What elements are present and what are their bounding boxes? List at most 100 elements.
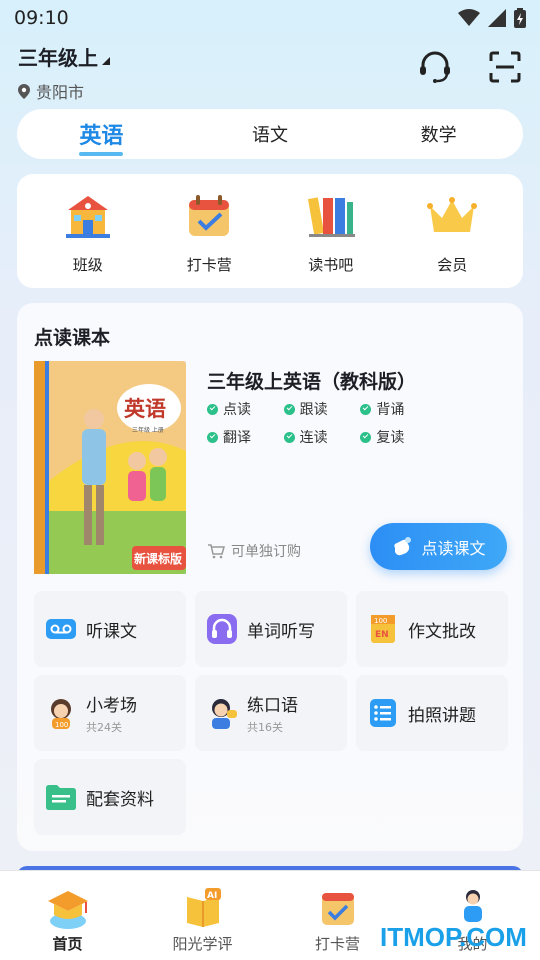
calendar-check-icon <box>321 893 354 925</box>
grad-cap-icon <box>47 891 88 929</box>
tool-materials[interactable]: 配套资料 <box>34 759 186 835</box>
hand-point-icon <box>394 536 412 555</box>
status-time: 09:10 <box>14 7 69 29</box>
signal-icon <box>488 9 506 27</box>
scan-icon[interactable] <box>488 50 522 84</box>
feature-label: 翻译 <box>223 430 251 446</box>
triangle-down-icon <box>102 56 110 65</box>
buy-separately-link[interactable]: 可单独订购 <box>207 541 301 561</box>
status-icons <box>458 8 526 28</box>
feature-label: 点读 <box>223 402 251 418</box>
tab-english[interactable]: 英语 <box>41 118 161 156</box>
check-icon <box>207 431 218 443</box>
quick-link-label: 打卡营 <box>186 255 232 274</box>
location-pin-icon <box>18 83 30 99</box>
feature-item: 点读 <box>207 399 284 419</box>
tab-sunshine-eval[interactable]: AI 阳光学评 <box>153 885 253 954</box>
textbook-cover[interactable]: 英语 三年级 上册 新课标版 <box>34 361 186 574</box>
cart-icon <box>208 544 225 559</box>
tool-title: 作文批改 <box>408 621 476 642</box>
headphones-icon <box>207 614 237 644</box>
customer-service-icon[interactable] <box>418 50 452 84</box>
svg-text:100: 100 <box>55 721 68 729</box>
girl-avatar-icon: 100 <box>51 699 71 729</box>
svg-text:EN: EN <box>375 630 389 640</box>
quick-link-checkin[interactable]: 打卡营 <box>159 188 259 275</box>
feature-label: 背诵 <box>376 402 405 418</box>
textbook-panel: 点读课本 英语 三年级 上册 新课标版 三年级上英语（教科版） 点读 跟读 背诵… <box>17 303 523 851</box>
tape-icon <box>46 619 76 639</box>
cover-tag: 新课标版 <box>134 552 183 566</box>
feature-label: 复读 <box>376 430 405 446</box>
feature-item: 跟读 <box>283 399 361 419</box>
tool-grid: 听课文 单词听写 100 EN 作文批改 100 小考场 共24关 练口语 共16关 … <box>34 591 508 835</box>
feature-list: 点读 跟读 背诵 翻译 连读 复读 <box>207 399 437 447</box>
folder-icon <box>46 785 76 810</box>
calendar-check-icon <box>189 194 230 236</box>
subject-tabs: 英语 语文 数学 <box>17 109 523 159</box>
quick-links: 班级 打卡营 读书吧 会员 <box>17 174 523 288</box>
feature-item: 翻译 <box>207 427 284 447</box>
essay-en-icon: 100 EN <box>371 615 395 643</box>
tab-label: 阳光学评 <box>172 935 233 953</box>
battery-icon <box>514 8 526 28</box>
feature-item: 连读 <box>283 427 361 447</box>
tab-chinese[interactable]: 语文 <box>210 121 330 147</box>
grade-label: 三年级上 <box>18 46 98 70</box>
textbook-title: 三年级上英语（教科版） <box>207 371 417 393</box>
feature-label: 跟读 <box>299 402 328 418</box>
tool-photo-explain[interactable]: 拍照讲题 <box>356 675 508 751</box>
tab-label: 打卡营 <box>314 935 360 953</box>
read-textbook-button[interactable]: 点读课文 <box>370 523 507 570</box>
tab-home[interactable]: 首页 <box>18 885 118 954</box>
tool-subtitle: 共24关 <box>86 721 122 734</box>
quick-link-reading[interactable]: 读书吧 <box>281 188 381 275</box>
quick-link-label: 读书吧 <box>308 255 354 274</box>
tool-listen-text[interactable]: 听课文 <box>34 591 186 667</box>
cover-subtitle: 三年级 上册 <box>132 427 164 434</box>
check-icon <box>360 403 372 415</box>
feature-label: 连读 <box>299 430 328 446</box>
read-button-label: 点读课文 <box>421 538 486 558</box>
list-icon <box>370 699 396 727</box>
quick-link-class[interactable]: 班级 <box>38 188 138 275</box>
cover-title: 英语 <box>124 396 166 421</box>
tool-title: 小考场 <box>86 696 137 716</box>
status-bar: 09:10 <box>0 0 540 36</box>
section-title: 点读课本 <box>34 327 111 349</box>
boy-speaking-icon <box>212 699 237 729</box>
tab-math[interactable]: 数学 <box>379 121 499 147</box>
check-icon <box>360 431 372 443</box>
tool-title: 拍照讲题 <box>408 705 476 726</box>
city-label: 贵阳市 <box>36 83 85 102</box>
buy-label: 可单独订购 <box>231 544 301 560</box>
quick-link-vip[interactable]: 会员 <box>402 188 502 275</box>
tool-title: 单词听写 <box>247 621 315 642</box>
tool-speaking-practice[interactable]: 练口语共16关 <box>195 675 347 751</box>
crown-icon <box>427 196 478 232</box>
header: 三年级上 贵阳市 <box>18 42 522 102</box>
watermark: ITMOP.COM <box>380 922 527 952</box>
check-icon <box>283 431 295 443</box>
tool-title: 配套资料 <box>86 789 154 810</box>
tool-title: 练口语 <box>247 696 298 716</box>
check-icon <box>207 403 218 415</box>
tab-checkin[interactable]: 打卡营 <box>288 885 388 954</box>
wifi-icon <box>458 9 480 26</box>
books-icon <box>307 196 355 237</box>
feature-item: 背诵 <box>360 399 437 419</box>
tool-word-dictation[interactable]: 单词听写 <box>195 591 347 667</box>
tool-mini-exam[interactable]: 100 小考场共24关 <box>34 675 186 751</box>
tool-essay-correction[interactable]: 100 EN 作文批改 <box>356 591 508 667</box>
check-icon <box>283 403 295 415</box>
quick-link-label: 会员 <box>437 255 468 274</box>
quick-link-label: 班级 <box>72 255 103 274</box>
feature-item: 复读 <box>360 427 437 447</box>
tool-title: 听课文 <box>86 621 137 642</box>
svg-text:AI: AI <box>207 891 217 901</box>
tool-subtitle: 共16关 <box>247 721 283 734</box>
school-icon <box>65 195 110 238</box>
svg-text:100: 100 <box>374 617 387 625</box>
ai-book-icon: AI <box>186 888 221 927</box>
tab-label: 首页 <box>52 935 83 953</box>
